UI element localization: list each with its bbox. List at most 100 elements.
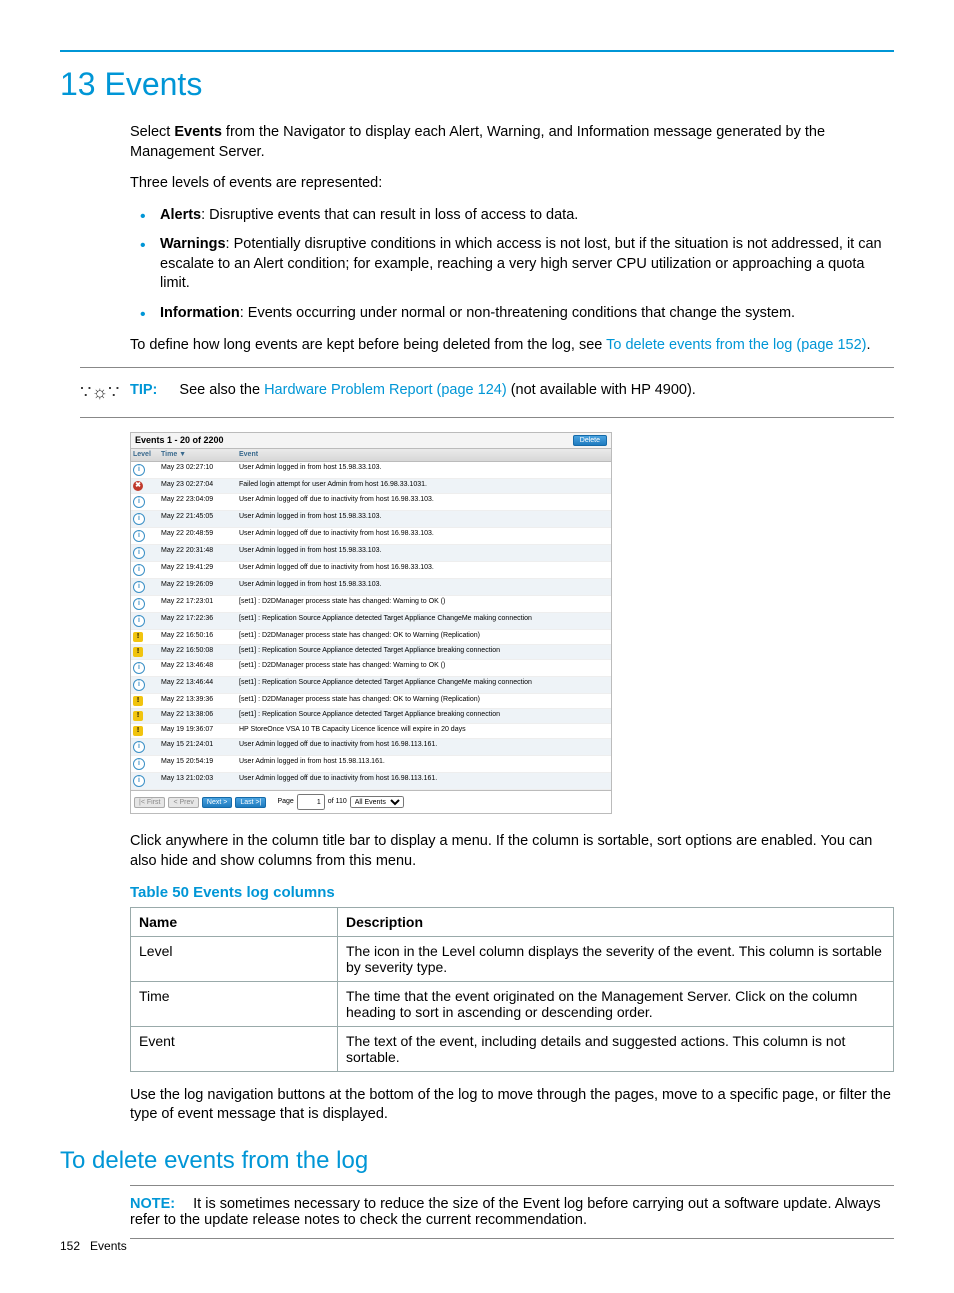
note-text: It is sometimes necessary to reduce the …	[130, 1196, 881, 1228]
level-cell: !	[131, 645, 159, 659]
cell-name: Event	[131, 1026, 338, 1071]
time-cell: May 22 13:46:44	[159, 677, 237, 693]
level-cell: i	[131, 579, 159, 595]
text: from the Navigator to display each Alert…	[130, 124, 825, 160]
col-time-header[interactable]: Time ▼	[159, 449, 237, 461]
pager-next-button[interactable]: Next >	[202, 797, 232, 808]
th-desc: Description	[338, 907, 894, 936]
intro-paragraph-2: Three levels of events are represented:	[130, 174, 894, 194]
event-row[interactable]: ! May 22 16:50:16[set1] : D2DManager proc…	[131, 630, 611, 645]
event-cell: User Admin logged off due to inactivity …	[237, 773, 611, 789]
level-cell: !	[131, 694, 159, 708]
event-row[interactable]: iMay 22 23:04:09User Admin logged off du…	[131, 494, 611, 511]
event-cell: User Admin logged in from host 15.98.33.…	[237, 462, 611, 478]
hw-report-link[interactable]: Hardware Problem Report (page 124)	[264, 382, 507, 398]
list-item: Warnings: Potentially disruptive conditi…	[130, 235, 894, 294]
level-cell: i	[131, 562, 159, 578]
time-cell: May 22 20:31:48	[159, 545, 237, 561]
pager-first-button[interactable]: |< First	[134, 797, 165, 808]
warn-icon: !	[133, 632, 143, 642]
event-row[interactable]: iMay 22 20:48:59User Admin logged off du…	[131, 528, 611, 545]
time-cell: May 22 21:45:05	[159, 511, 237, 527]
event-row[interactable]: iMay 22 17:23:01[set1] : D2DManager proc…	[131, 596, 611, 613]
time-cell: May 22 19:26:09	[159, 579, 237, 595]
event-row[interactable]: !May 22 16:50:08[set1] : Replication Sou…	[131, 645, 611, 660]
time-cell: May 23 02:27:04	[159, 479, 237, 493]
event-row[interactable]: ✖May 23 02:27:04Failed login attempt for…	[131, 479, 611, 494]
time-cell: May 13 21:02:03	[159, 773, 237, 789]
col-level-header[interactable]: Level	[131, 449, 159, 461]
level-cell: i	[131, 528, 159, 544]
time-cell: May 22 20:48:59	[159, 528, 237, 544]
time-cell: May 22 16:50:16	[159, 630, 237, 644]
event-row[interactable]: iMay 22 19:41:29User Admin logged off du…	[131, 562, 611, 579]
event-row[interactable]: iMay 23 02:27:10User Admin logged in fro…	[131, 462, 611, 479]
level-cell: !	[131, 724, 159, 738]
events-table-header[interactable]: Level Time ▼ Event	[131, 448, 611, 462]
level-cell: i	[131, 660, 159, 676]
cell-name: Time	[131, 981, 338, 1026]
page-title: 13 Events	[60, 66, 894, 103]
event-row[interactable]: !May 22 13:38:06[set1] : Replication Sou…	[131, 709, 611, 724]
list-item: Information: Events occurring under norm…	[130, 304, 894, 324]
note-block: NOTE: It is sometimes necessary to reduc…	[130, 1185, 894, 1239]
event-cell: [set1] : D2DManager process state has ch…	[237, 630, 611, 644]
event-cell: [set1] : D2DManager process state has ch…	[237, 694, 611, 708]
info-icon: i	[133, 547, 145, 559]
time-cell: May 15 21:24:01	[159, 739, 237, 755]
level-cell: i	[131, 613, 159, 629]
bullet-text: : Disruptive events that can result in l…	[201, 207, 578, 223]
warn-icon: !	[133, 647, 143, 657]
event-cell: User Admin logged off due to inactivity …	[237, 562, 611, 578]
intro-paragraph-1: Select Events from the Navigator to disp…	[130, 123, 894, 162]
info-icon: i	[133, 662, 145, 674]
time-cell: May 22 13:46:48	[159, 660, 237, 676]
event-row[interactable]: iMay 22 17:22:36[set1] : Replication Sou…	[131, 613, 611, 630]
delete-button[interactable]: Delete	[573, 435, 607, 446]
text: See also the	[179, 382, 264, 398]
events-count-title: Events 1 - 20 of 2200	[135, 435, 224, 446]
event-row[interactable]: iMay 13 21:02:03User Admin logged off du…	[131, 773, 611, 790]
delete-events-link[interactable]: To delete events from the log (page 152)	[606, 337, 866, 353]
event-row[interactable]: iMay 22 19:26:09User Admin logged in fro…	[131, 579, 611, 596]
event-cell: HP StoreOnce VSA 10 TB Capacity Licence …	[237, 724, 611, 738]
event-row[interactable]: iMay 15 21:24:01User Admin logged off du…	[131, 739, 611, 756]
events-columns-table: Name Description Level The icon in the L…	[130, 907, 894, 1072]
section-heading: To delete events from the log	[60, 1147, 894, 1175]
pager-page-input[interactable]	[297, 794, 325, 810]
event-row[interactable]: iMay 22 13:46:48[set1] : D2DManager proc…	[131, 660, 611, 677]
event-row[interactable]: iMay 22 13:46:44[set1] : Replication Sou…	[131, 677, 611, 694]
pager-prev-button[interactable]: < Prev	[168, 797, 198, 808]
th-name: Name	[131, 907, 338, 936]
info-icon: i	[133, 758, 145, 770]
warn-icon: !	[133, 711, 143, 721]
level-cell: ✖	[131, 479, 159, 493]
page-footer: 152 Events	[60, 1239, 127, 1253]
info-icon: i	[133, 496, 145, 508]
cell-desc: The time that the event originated on th…	[338, 981, 894, 1026]
event-cell: User Admin logged in from host 15.98.33.…	[237, 511, 611, 527]
footer-section: Events	[90, 1239, 127, 1253]
level-cell: !	[131, 630, 159, 644]
event-row[interactable]: iMay 22 20:31:48User Admin logged in fro…	[131, 545, 611, 562]
level-cell: i	[131, 756, 159, 772]
bullet-label: Information	[160, 305, 240, 321]
pager-filter-select[interactable]: All Events	[350, 796, 404, 808]
warn-icon: !	[133, 696, 143, 706]
text: .	[867, 337, 871, 353]
pager-last-button[interactable]: Last >|	[235, 797, 266, 808]
event-cell: [set1] : Replication Source Appliance de…	[237, 677, 611, 693]
time-cell: May 22 17:23:01	[159, 596, 237, 612]
events-panel: Events 1 - 20 of 2200 Delete Level Time …	[130, 432, 612, 814]
level-cell: i	[131, 677, 159, 693]
pager-page-label: Page	[277, 798, 293, 806]
event-row[interactable]: iMay 15 20:54:19User Admin logged in fro…	[131, 756, 611, 773]
event-row[interactable]: !May 19 19:36:07HP StoreOnce VSA 10 TB C…	[131, 724, 611, 739]
info-icon: i	[133, 615, 145, 627]
col-event-header[interactable]: Event	[237, 449, 611, 461]
event-row[interactable]: iMay 22 21:45:05User Admin logged in fro…	[131, 511, 611, 528]
level-cell: i	[131, 545, 159, 561]
event-row[interactable]: !May 22 13:39:36[set1] : D2DManager proc…	[131, 694, 611, 709]
pager-of-label: of 110	[328, 798, 347, 806]
event-cell: [set1] : Replication Source Appliance de…	[237, 645, 611, 659]
